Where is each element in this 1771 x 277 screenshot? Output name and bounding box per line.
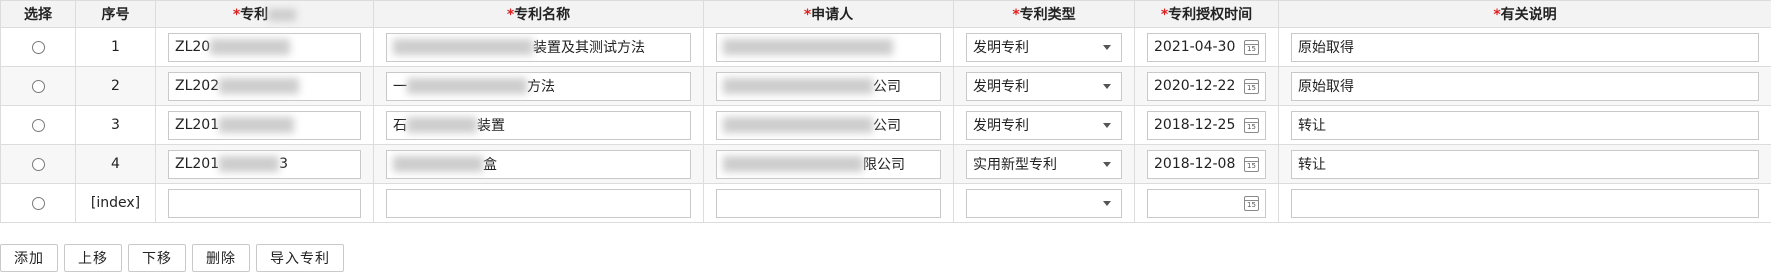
patent-name-input[interactable]: 石装置 (386, 110, 691, 140)
patent-type-select[interactable]: 发明专利 (966, 32, 1122, 62)
header-grant-date: *专利授权时间 (1134, 0, 1279, 28)
table-row: 4 ZL201 3 盒 限公司 实用新型专利 2018-12-08 15 转让 (0, 144, 1771, 184)
applicant-input[interactable] (716, 188, 941, 218)
header-patent-no: *专利 (155, 0, 374, 28)
header-remark: *有关说明 (1278, 0, 1771, 28)
remark-input[interactable]: 原始取得 (1291, 71, 1759, 101)
applicant-input[interactable]: 公司 (716, 110, 941, 140)
header-patent-type: *专利类型 (953, 0, 1135, 28)
patent-name-input[interactable] (386, 188, 691, 218)
chevron-down-icon (1103, 44, 1111, 50)
chevron-down-icon (1103, 161, 1111, 167)
delete-button[interactable]: 删除 (192, 244, 250, 272)
calendar-icon[interactable]: 15 (1244, 39, 1259, 55)
row-select-radio[interactable] (31, 118, 45, 132)
patent-name-input[interactable]: 装置及其测试方法 (386, 32, 691, 62)
header-patent-name: *专利名称 (373, 0, 704, 28)
row-index: 1 (75, 27, 156, 67)
table-row: 2 ZL202 一方法 公司 发明专利 2020-12-22 15 原始取得 (0, 66, 1771, 106)
table-row: 1 ZL20 装置及其测试方法 发明专利 2021-04-30 15 原始取得 (0, 27, 1771, 67)
grant-date-input[interactable]: 2018-12-25 15 (1147, 110, 1266, 140)
header-applicant: *申请人 (703, 0, 954, 28)
template-row: [index] 15 (0, 183, 1771, 223)
chevron-down-icon (1103, 122, 1111, 128)
remark-input[interactable]: 转让 (1291, 110, 1759, 140)
action-toolbar: 添加 上移 下移 删除 导入专利 (0, 244, 344, 272)
row-index: [index] (75, 183, 156, 223)
patent-name-input[interactable]: 一方法 (386, 71, 691, 101)
patent-no-input[interactable] (168, 188, 361, 218)
move-down-button[interactable]: 下移 (128, 244, 186, 272)
row-index: 3 (75, 105, 156, 145)
grant-date-input[interactable]: 2020-12-22 15 (1147, 71, 1266, 101)
applicant-input[interactable]: 公司 (716, 71, 941, 101)
row-index: 4 (75, 144, 156, 184)
row-index: 2 (75, 66, 156, 106)
import-patent-button[interactable]: 导入专利 (256, 244, 344, 272)
table-row: 3 ZL201 石装置 公司 发明专利 2018-12-25 15 转让 (0, 105, 1771, 145)
remark-input[interactable]: 原始取得 (1291, 32, 1759, 62)
patent-table: 选择 序号 *专利 *专利名称 *申请人 *专利类型 *专利授权时间 *有关说明… (0, 0, 1771, 223)
applicant-input[interactable]: 限公司 (716, 149, 941, 179)
patent-no-input[interactable]: ZL201 3 (168, 149, 361, 179)
header-select: 选择 (0, 0, 76, 28)
calendar-icon[interactable]: 15 (1244, 78, 1259, 94)
row-select-radio[interactable] (31, 79, 45, 93)
patent-type-select[interactable]: 发明专利 (966, 71, 1122, 101)
add-button[interactable]: 添加 (0, 244, 58, 272)
row-select-radio[interactable] (31, 40, 45, 54)
remark-input[interactable]: 转让 (1291, 149, 1759, 179)
patent-no-input[interactable]: ZL202 (168, 71, 361, 101)
patent-type-select[interactable] (966, 188, 1122, 218)
table-header-row: 选择 序号 *专利 *专利名称 *申请人 *专利类型 *专利授权时间 *有关说明 (0, 0, 1771, 28)
header-index: 序号 (75, 0, 156, 28)
calendar-icon[interactable]: 15 (1244, 117, 1259, 133)
chevron-down-icon (1103, 83, 1111, 89)
grant-date-input[interactable]: 2018-12-08 15 (1147, 149, 1266, 179)
chevron-down-icon (1103, 200, 1111, 206)
patent-name-input[interactable]: 盒 (386, 149, 691, 179)
row-select-radio[interactable] (31, 196, 45, 210)
patent-type-select[interactable]: 发明专利 (966, 110, 1122, 140)
patent-no-input[interactable]: ZL20 (168, 32, 361, 62)
grant-date-input[interactable]: 2021-04-30 15 (1147, 32, 1266, 62)
row-select-radio[interactable] (31, 157, 45, 171)
remark-input[interactable] (1291, 188, 1759, 218)
applicant-input[interactable] (716, 32, 941, 62)
grant-date-input[interactable]: 15 (1147, 188, 1266, 218)
move-up-button[interactable]: 上移 (64, 244, 122, 272)
patent-no-input[interactable]: ZL201 (168, 110, 361, 140)
calendar-icon[interactable]: 15 (1244, 156, 1259, 172)
calendar-icon[interactable]: 15 (1244, 195, 1259, 211)
patent-type-select[interactable]: 实用新型专利 (966, 149, 1122, 179)
